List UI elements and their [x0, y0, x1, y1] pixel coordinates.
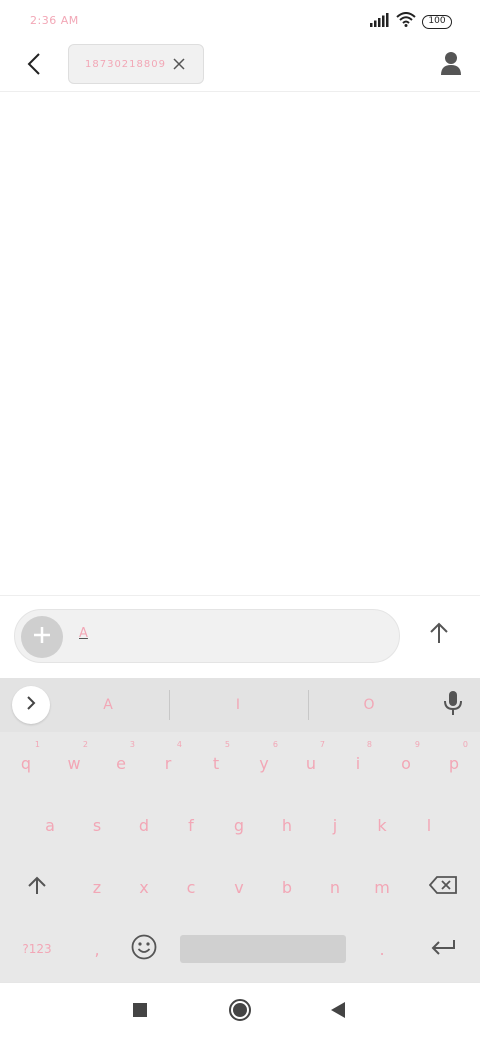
suggestion-divider — [169, 690, 170, 720]
key-q[interactable]: q1 — [2, 732, 50, 794]
key-f[interactable]: f — [167, 794, 215, 856]
key-row-3: z x c v b n m — [0, 856, 480, 918]
home-circle-icon — [228, 998, 252, 1026]
conversation-header: 18730218809 — [0, 42, 480, 92]
home-button[interactable] — [225, 997, 255, 1027]
recents-square-icon — [132, 1002, 148, 1022]
keyboard: A I O q1 w2 e3 r4 t5 y6 u7 i8 o9 p0 a s — [0, 678, 480, 982]
status-time: 2:36 AM — [30, 14, 79, 27]
suggestion-bar: A I O — [0, 678, 480, 732]
arrow-up-icon — [429, 622, 449, 648]
wifi-icon — [396, 12, 416, 31]
key-j[interactable]: j — [311, 794, 359, 856]
key-o[interactable]: o9 — [382, 732, 430, 794]
back-nav-button[interactable] — [323, 997, 353, 1027]
key-t[interactable]: t5 — [192, 732, 240, 794]
chevron-left-icon — [27, 53, 41, 79]
key-p[interactable]: p0 — [430, 732, 478, 794]
plus-icon — [33, 626, 51, 648]
person-icon — [440, 51, 462, 79]
chevron-right-icon — [26, 695, 36, 715]
key-i[interactable]: i8 — [334, 732, 382, 794]
key-d[interactable]: d — [120, 794, 168, 856]
message-composer: A — [0, 596, 480, 678]
key-r[interactable]: r4 — [144, 732, 192, 794]
key-u[interactable]: u7 — [287, 732, 335, 794]
shift-key[interactable] — [4, 856, 70, 918]
mic-icon — [443, 690, 463, 720]
contact-button[interactable] — [434, 48, 468, 82]
close-icon — [173, 58, 185, 70]
battery-icon: 100 — [422, 14, 452, 29]
attach-button[interactable] — [21, 616, 63, 658]
key-m[interactable]: m — [358, 856, 406, 918]
recipient-chip[interactable]: 18730218809 — [68, 44, 204, 84]
key-x[interactable]: x — [120, 856, 168, 918]
key-row-4: ?123 , . — [0, 918, 480, 980]
key-e[interactable]: e3 — [97, 732, 145, 794]
remove-recipient-button[interactable] — [169, 54, 189, 74]
key-row-1: q1 w2 e3 r4 t5 y6 u7 i8 o9 p0 — [0, 732, 480, 794]
key-v[interactable]: v — [215, 856, 263, 918]
key-z[interactable]: z — [73, 856, 121, 918]
message-input[interactable]: A — [79, 626, 379, 650]
back-button[interactable] — [18, 50, 50, 82]
symbols-key[interactable]: ?123 — [4, 918, 70, 980]
status-icons: 100 — [370, 12, 452, 31]
voice-input-button[interactable] — [438, 688, 468, 722]
emoji-icon — [131, 934, 157, 964]
recents-button[interactable] — [125, 997, 155, 1027]
key-row-2: a s d f g h j k l — [0, 794, 480, 856]
signal-icon — [370, 12, 390, 31]
key-a[interactable]: a — [26, 794, 74, 856]
enter-key[interactable] — [410, 918, 476, 980]
expand-toolbar-button[interactable] — [12, 686, 50, 724]
comma-key[interactable]: , — [73, 918, 121, 980]
system-nav-bar — [0, 982, 480, 1040]
key-w[interactable]: w2 — [50, 732, 98, 794]
key-k[interactable]: k — [358, 794, 406, 856]
space-key[interactable] — [180, 935, 346, 963]
suggestion-3[interactable]: O — [309, 692, 429, 718]
backspace-icon — [428, 876, 457, 898]
suggestion-1[interactable]: A — [48, 692, 168, 718]
shift-icon — [27, 875, 47, 899]
backspace-key[interactable] — [410, 856, 476, 918]
send-button[interactable] — [422, 618, 456, 652]
suggestion-2[interactable]: I — [178, 692, 298, 718]
key-b[interactable]: b — [263, 856, 311, 918]
status-bar: 2:36 AM 100 — [0, 0, 480, 42]
recipient-number: 18730218809 — [85, 58, 166, 70]
key-c[interactable]: c — [167, 856, 215, 918]
key-g[interactable]: g — [215, 794, 263, 856]
key-s[interactable]: s — [73, 794, 121, 856]
emoji-key[interactable] — [120, 918, 168, 980]
key-n[interactable]: n — [311, 856, 359, 918]
period-key[interactable]: . — [358, 918, 406, 980]
key-h[interactable]: h — [263, 794, 311, 856]
input-pill: A — [14, 609, 400, 663]
back-triangle-icon — [330, 1001, 346, 1023]
key-l[interactable]: l — [405, 794, 453, 856]
enter-icon — [430, 938, 456, 960]
key-y[interactable]: y6 — [240, 732, 288, 794]
message-list[interactable] — [0, 92, 480, 596]
